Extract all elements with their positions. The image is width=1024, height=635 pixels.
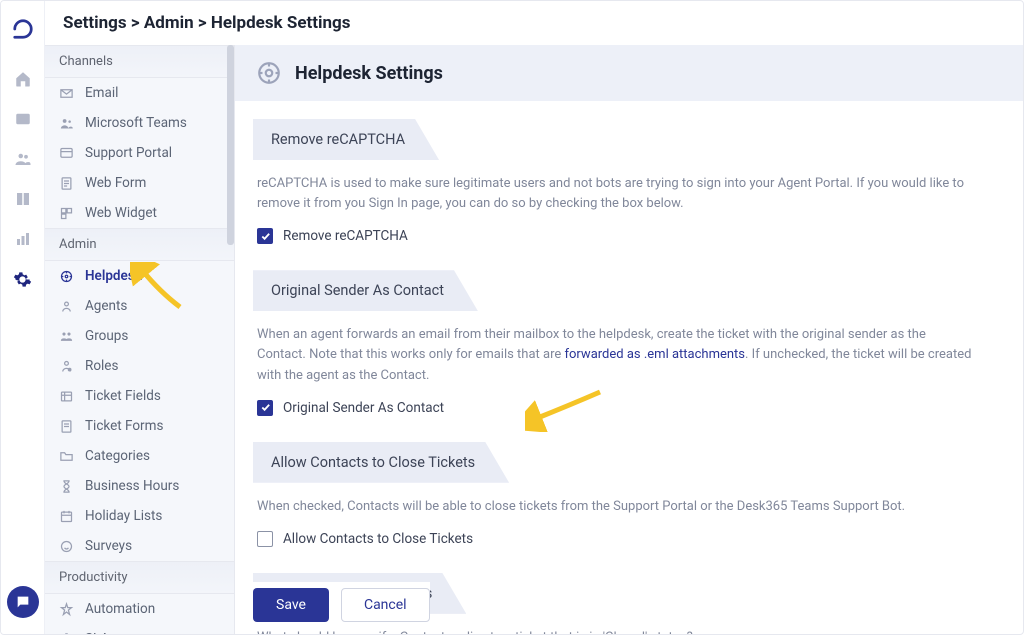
rail-reports[interactable] [1,219,45,259]
cancel-button[interactable]: Cancel [341,588,430,622]
sidebar-item-helpdesk[interactable]: Helpdesk [45,261,234,291]
checkbox-label: Allow Contacts to Close Tickets [283,531,473,547]
sidebar-item-label: SLAs [85,631,116,634]
section-description: When an agent forwards an email from the… [257,325,977,385]
sidebar-section-header: Productivity [45,561,234,594]
sidebar-item-groups[interactable]: Groups [45,321,234,351]
sidebar-item-label: Helpdesk [85,268,142,284]
helpdesk-icon [57,267,75,285]
checkbox-label: Original Sender As Contact [283,400,444,416]
ticket-forms-icon [57,417,75,435]
rail-home[interactable] [1,59,45,99]
section-heading: Remove reCAPTCHA [253,119,439,160]
holiday-icon [57,507,75,525]
checkbox-original-sender-as-contact[interactable] [257,400,273,416]
sidebar-item-label: Agents [85,298,127,314]
chat-fab[interactable] [7,586,39,618]
save-button[interactable]: Save [253,588,329,622]
sidebar-item-categories[interactable]: Categories [45,441,234,471]
sidebar-item-label: Web Widget [85,205,157,221]
sidebar-item-web-form[interactable]: Web Form [45,168,234,198]
checkbox-row: Remove reCAPTCHA [253,224,1005,252]
sidebar-section-header: Channels [45,45,234,78]
section-description: What should happen if a Contact replies … [257,628,977,634]
settings-sidebar: Channels Email Microsoft Teams Support Port… [45,45,235,634]
sidebar-item-label: Surveys [85,538,132,554]
section-header: Remove reCAPTCHA [253,119,1005,160]
sidebar-item-ticket-forms[interactable]: Ticket Forms [45,411,234,441]
page-title: Helpdesk Settings [295,63,443,84]
section-header: Allow Contacts to Close Tickets [253,442,1005,483]
sidebar-item-label: Business Hours [85,478,179,494]
sidebar-item-web-widget[interactable]: Web Widget [45,198,234,228]
rail-contacts[interactable] [1,139,45,179]
sidebar-item-label: Ticket Forms [85,418,163,434]
content-area: Helpdesk Settings Remove reCAPTCHA reCAPT… [235,45,1023,634]
roles-icon [57,357,75,375]
breadcrumb: Settings > Admin > Helpdesk Settings [45,1,1023,45]
sidebar-scrollbar[interactable] [227,45,234,634]
sidebar-item-agents[interactable]: Agents [45,291,234,321]
portal-icon [57,144,75,162]
groups-icon [57,327,75,345]
section-header: Original Sender As Contact [253,270,1005,311]
helpdesk-header-icon [255,59,283,87]
sidebar-item-slas[interactable]: SLAs [45,624,234,634]
form-icon [57,174,75,192]
sidebar-item-label: Ticket Fields [85,388,161,404]
sidebar-item-label: Roles [85,358,118,374]
hours-icon [57,477,75,495]
sidebar-item-label: Holiday Lists [85,508,162,524]
checkbox-label: Remove reCAPTCHA [283,228,408,244]
sidebar-item-microsoft-teams[interactable]: Microsoft Teams [45,108,234,138]
rail-tickets[interactable] [1,99,45,139]
sidebar-item-label: Automation [85,601,155,617]
eml-link[interactable]: forwarded as .eml attachments [564,347,745,362]
automation-icon [57,600,75,618]
logo-icon [11,17,35,41]
ticket-fields-icon [57,387,75,405]
checkbox-row: Original Sender As Contact [253,396,1005,424]
sidebar-item-label: Email [85,85,118,101]
slas-icon [57,630,75,634]
checkbox-allow-contacts-to-close-tickets[interactable] [257,531,273,547]
sidebar-item-automation[interactable]: Automation [45,594,234,624]
section-description: reCAPTCHA is used to make sure legitimat… [257,174,977,214]
sidebar-section-header: Admin [45,228,234,261]
checkbox-remove-recaptcha[interactable] [257,228,273,244]
sidebar-item-email[interactable]: Email [45,78,234,108]
widget-icon [57,204,75,222]
sidebar-item-label: Groups [85,328,128,344]
sidebar-item-label: Support Portal [85,145,172,161]
sidebar-item-label: Categories [85,448,150,464]
sidebar-item-label: Web Form [85,175,146,191]
sidebar-item-holiday-lists[interactable]: Holiday Lists [45,501,234,531]
categories-icon [57,447,75,465]
sidebar-item-ticket-fields[interactable]: Ticket Fields [45,381,234,411]
rail-knowledge[interactable] [1,179,45,219]
surveys-icon [57,537,75,555]
sidebar-item-label: Microsoft Teams [85,115,187,131]
checkbox-row: Allow Contacts to Close Tickets [253,527,1005,555]
icon-rail [1,1,45,634]
rail-settings[interactable] [1,259,45,299]
mail-icon [57,84,75,102]
section-heading: Original Sender As Contact [253,270,478,311]
content-header: Helpdesk Settings [235,45,1023,101]
sidebar-item-roles[interactable]: Roles [45,351,234,381]
teams-icon [57,114,75,132]
section-description: When checked, Contacts will be able to c… [257,497,977,517]
sidebar-item-support-portal[interactable]: Support Portal [45,138,234,168]
sidebar-item-surveys[interactable]: Surveys [45,531,234,561]
section-heading: Allow Contacts to Close Tickets [253,442,509,483]
agents-icon [57,297,75,315]
sidebar-item-business-hours[interactable]: Business Hours [45,471,234,501]
